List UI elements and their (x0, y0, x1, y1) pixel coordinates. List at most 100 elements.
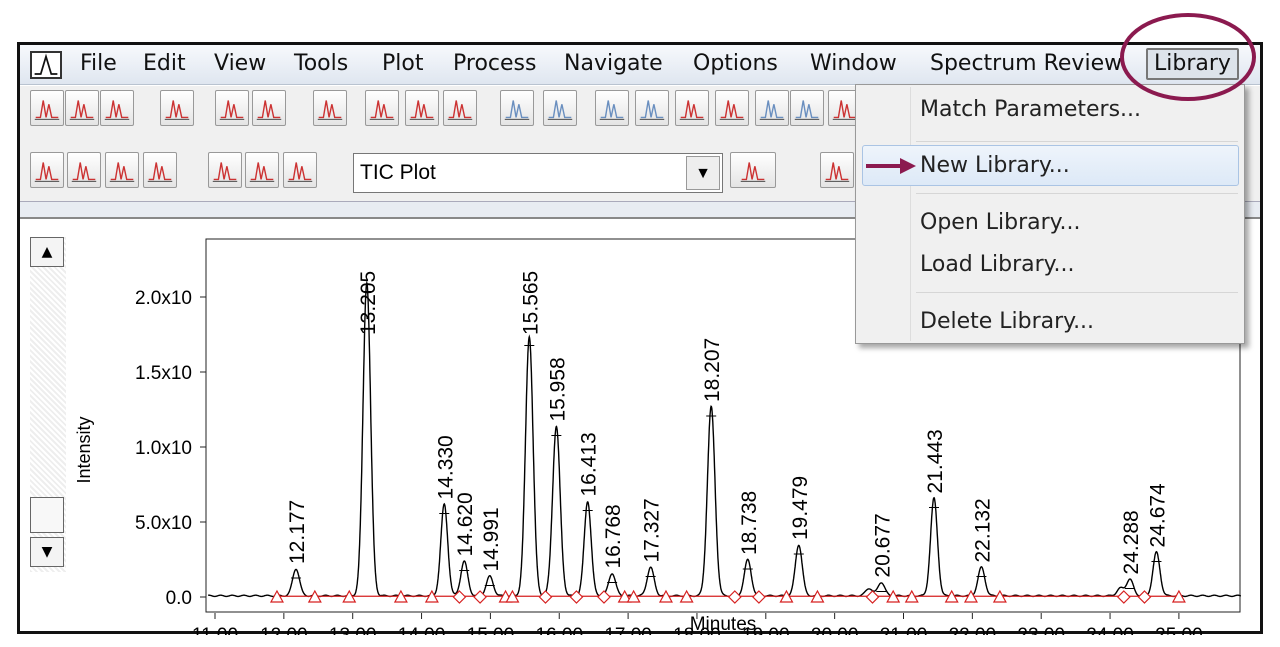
x-tick-label: 23.00 (1017, 625, 1065, 635)
menu-plot[interactable]: Plot (380, 50, 425, 78)
plot-add-button[interactable] (820, 152, 854, 188)
show-all-button[interactable] (30, 152, 64, 188)
overlay-export-button[interactable] (252, 90, 286, 126)
menu-item-open-library[interactable]: Open Library... (920, 210, 1081, 235)
peak-label: 17.327 (641, 498, 664, 562)
align-peaks-icon (287, 162, 313, 182)
menu-library[interactable]: Library (1146, 48, 1239, 80)
y-tick-label: 1.5x10 (135, 363, 192, 384)
undo-peak-icon (599, 100, 625, 120)
overlay-plot-button[interactable] (143, 152, 177, 188)
plot-add-icon (824, 162, 850, 182)
save-report-icon (104, 100, 130, 120)
redo-button[interactable] (543, 90, 577, 126)
peak-label: 14.330 (434, 435, 457, 499)
menu-item-delete-library[interactable]: Delete Library... (920, 309, 1094, 334)
overlay-import-icon (219, 100, 245, 120)
redo-peak-button[interactable] (635, 90, 669, 126)
menu-item-new-library[interactable]: New Library... (920, 153, 1070, 178)
menu-process[interactable]: Process (451, 50, 538, 78)
baseline-marker (727, 590, 742, 604)
peak-label: 22.132 (971, 498, 994, 562)
peak-label: 24.674 (1146, 483, 1169, 548)
overlay-export-icon (256, 100, 282, 120)
wizard-button[interactable] (160, 90, 194, 126)
redo-spectrum-icon (794, 100, 820, 120)
integrate-icon (719, 100, 745, 120)
show-all-icon (34, 162, 60, 182)
menu-file[interactable]: File (78, 50, 119, 78)
peak-label: 15.958 (546, 357, 569, 421)
align-peaks-button[interactable] (283, 152, 317, 188)
save-data-icon (34, 100, 60, 120)
menu-view[interactable]: View (212, 50, 268, 78)
undo-icon (504, 100, 530, 120)
baseline-marker (865, 590, 880, 604)
menu-window[interactable]: Window (808, 50, 899, 78)
zoom-peak-button[interactable] (675, 90, 709, 126)
peak-detect-button[interactable] (365, 90, 399, 126)
undo-button[interactable] (500, 90, 534, 126)
peak-label: 19.479 (789, 476, 812, 540)
next-plot-button[interactable] (105, 152, 139, 188)
library-dropdown-menu: Match Parameters... New Library... Open … (855, 84, 1245, 344)
gaussian-icon (249, 162, 275, 182)
save-report-button[interactable] (100, 90, 134, 126)
redo-icon (547, 100, 573, 120)
baseline-marker (538, 590, 553, 604)
wizard-icon (164, 100, 190, 120)
peak-label: 20.677 (871, 513, 894, 577)
peak-label: 18.207 (701, 338, 724, 402)
menu-gutter (910, 87, 911, 341)
menu-item-load-library[interactable]: Load Library... (920, 252, 1075, 277)
x-tick-label: 24.00 (1086, 625, 1134, 635)
prev-plot-icon (71, 162, 97, 182)
baseline-marker (569, 590, 584, 604)
redo-spectrum-button[interactable] (790, 90, 824, 126)
x-tick-label: 13.00 (329, 625, 377, 635)
menu-edit[interactable]: Edit (141, 50, 188, 78)
undo-spectrum-button[interactable] (755, 90, 789, 126)
menu-tools[interactable]: Tools (292, 50, 350, 78)
prev-plot-button[interactable] (67, 152, 101, 188)
peak-label: 18.738 (738, 491, 761, 555)
save-method-icon (69, 100, 95, 120)
peak-label: 12.177 (286, 500, 309, 564)
app-peak-icon[interactable] (30, 51, 62, 79)
plot-action-button[interactable] (730, 152, 776, 188)
refresh-icon (317, 100, 343, 120)
menu-options[interactable]: Options (691, 50, 780, 78)
peak-label: 14.620 (454, 492, 477, 556)
x-tick-label: 16.00 (535, 625, 583, 635)
spectrum-tool-button[interactable] (405, 90, 439, 126)
chevron-down-icon[interactable]: ▼ (686, 156, 720, 190)
menu-navigate[interactable]: Navigate (562, 50, 665, 78)
y-tick-label: 2.0x10 (135, 288, 192, 309)
peak-label: 16.413 (578, 432, 601, 496)
plot-type-select[interactable]: TIC Plot ▼ (353, 153, 723, 193)
integrate-button[interactable] (715, 90, 749, 126)
save-method-button[interactable] (65, 90, 99, 126)
baseline-marker (597, 590, 611, 604)
baseline-tool-button[interactable] (443, 90, 477, 126)
menu-spectrum-review[interactable]: Spectrum Review (928, 50, 1124, 78)
plot-action-icon (740, 162, 766, 182)
peak-label: 16.768 (602, 504, 625, 568)
menu-separator (916, 141, 1238, 142)
gaussian-button[interactable] (245, 152, 279, 188)
refresh-button[interactable] (313, 90, 347, 126)
y-axis-label: Intensity (74, 416, 94, 483)
overlay-import-button[interactable] (215, 90, 249, 126)
save-data-button[interactable] (30, 90, 64, 126)
x-tick-label: 22.00 (949, 625, 997, 635)
peak-label: 14.991 (480, 507, 503, 571)
menu-separator (916, 292, 1238, 293)
peak-label: 15.565 (519, 271, 542, 335)
undo-spectrum-icon (759, 100, 785, 120)
bar-plot-button[interactable] (208, 152, 242, 188)
peak-label: 24.288 (1120, 510, 1143, 574)
next-plot-icon (109, 162, 135, 182)
plot-type-value: TIC Plot (360, 161, 436, 184)
menu-item-match-parameters[interactable]: Match Parameters... (920, 97, 1141, 122)
undo-peak-button[interactable] (595, 90, 629, 126)
